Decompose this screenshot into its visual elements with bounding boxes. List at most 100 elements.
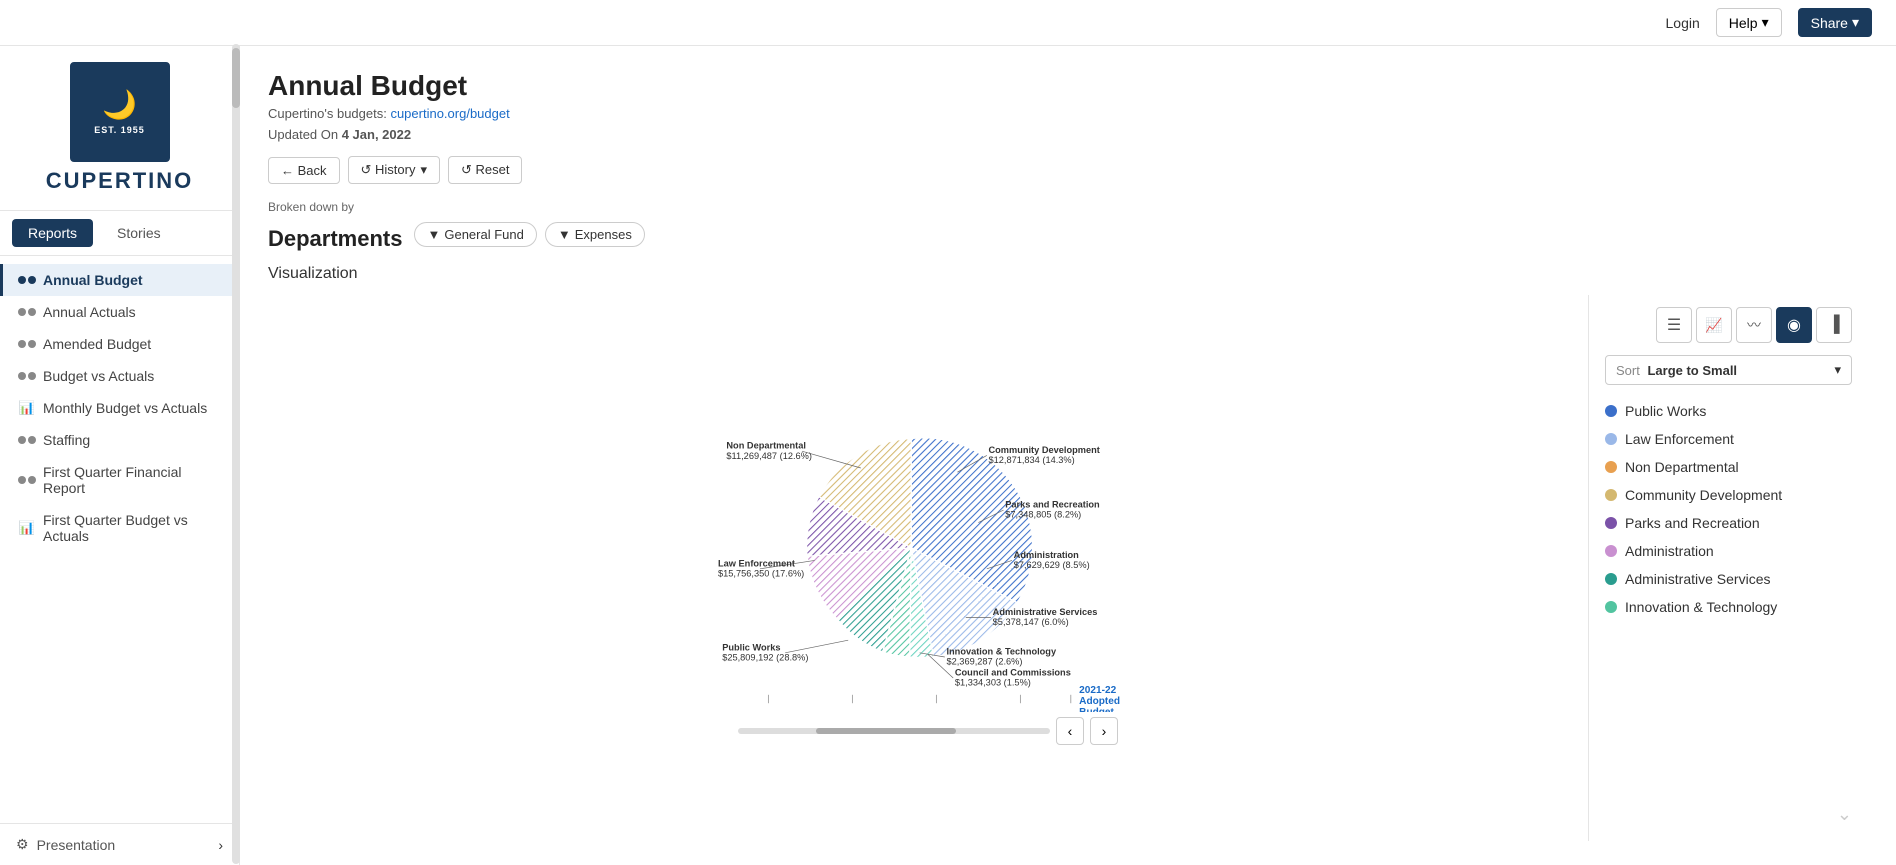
sidebar-nav: Annual Budget Annual Actuals Amended Bud… [0,256,239,823]
legend-list: Public Works Law Enforcement Non Departm… [1589,397,1868,800]
tab-stories[interactable]: Stories [101,219,177,247]
chart-type-bar[interactable]: ▐ [1816,307,1852,343]
svg-text:Parks and Recreation: Parks and Recreation [1005,499,1100,509]
pie-icon: ◉ [1787,315,1801,335]
viz-label: Visualization [268,265,1868,283]
svg-text:Budget: Budget [1079,706,1114,711]
city-name: CUPERTINO [46,168,194,194]
chart-type-icons: ☰ 📈 〰 ◉ ▐ [1589,307,1868,355]
toolbar: ← Back ↺ History ▾ ↺ Reset [268,156,1868,184]
scroll-prev-button[interactable]: ‹ [1056,717,1084,745]
broken-down-title: Departments [268,226,402,252]
svg-text:$15,756,350 (17.6%): $15,756,350 (17.6%) [718,568,804,578]
legend-item-community-development[interactable]: Community Development [1605,481,1852,509]
filter-expenses[interactable]: ▼ Expenses [545,222,645,247]
svg-text:$11,269,487 (12.6%): $11,269,487 (12.6%) [726,450,812,460]
legend-dot [1605,573,1617,585]
filter-icon: ▼ [558,227,571,242]
chart-icon: 📊 [19,400,35,416]
right-panel: ☰ 📈 〰 ◉ ▐ [1588,295,1868,841]
two-dots-icon [18,476,36,484]
svg-text:$2,369,287 (2.6%): $2,369,287 (2.6%) [946,656,1022,666]
legend-dot [1605,517,1617,529]
sidebar-tabs: Reports Stories [0,211,239,256]
svg-text:Administration: Administration [1014,549,1080,559]
filter-chips: ▼ General Fund ▼ Expenses [414,222,644,247]
chart-icon: 📊 [19,520,35,536]
svg-text:2021-22: 2021-22 [1079,685,1116,696]
gear-icon: ⚙ [16,836,29,853]
legend-item-administration[interactable]: Administration [1605,537,1852,565]
svg-text:Community Development: Community Development [988,444,1099,454]
legend-dot [1605,489,1617,501]
legend-item-admin-services[interactable]: Administrative Services [1605,565,1852,593]
svg-text:$25,809,192 (28.8%): $25,809,192 (28.8%) [722,652,808,662]
legend-item-public-works[interactable]: Public Works [1605,397,1852,425]
legend-item-law-enforcement[interactable]: Law Enforcement [1605,425,1852,453]
scroll-next-button[interactable]: › [1090,717,1118,745]
svg-text:Administrative Services: Administrative Services [993,607,1098,617]
chevron-down-icon: ▾ [1834,362,1841,378]
sidebar-item-monthly-budget[interactable]: 📊 Monthly Budget vs Actuals [0,392,239,424]
reset-button[interactable]: ↺ Reset [448,156,522,184]
login-link[interactable]: Login [1666,15,1700,31]
svg-text:$5,378,147 (6.0%): $5,378,147 (6.0%) [993,617,1069,627]
sidebar-item-first-quarter-budget[interactable]: 📊 First Quarter Budget vs Actuals [0,504,239,552]
svg-text:Law Enforcement: Law Enforcement [718,558,795,568]
sidebar-item-amended-budget[interactable]: Amended Budget [0,328,239,360]
chart-type-trend[interactable]: 〰 [1736,307,1772,343]
presentation-button[interactable]: ⚙ Presentation › [0,823,239,865]
svg-text:Non Departmental: Non Departmental [726,440,806,450]
history-button[interactable]: ↺ History ▾ [348,156,440,184]
sidebar-item-staffing[interactable]: Staffing [0,424,239,456]
two-dots-icon [18,276,36,284]
tab-reports[interactable]: Reports [12,219,93,247]
two-dots-icon [18,372,36,380]
chart-type-pie[interactable]: ◉ [1776,307,1812,343]
svg-text:Innovation & Technology: Innovation & Technology [946,646,1056,656]
svg-text:$7,348,805 (8.2%): $7,348,805 (8.2%) [1005,509,1081,519]
legend-item-parks-recreation[interactable]: Parks and Recreation [1605,509,1852,537]
main-content: Annual Budget Cupertino's budgets: cuper… [240,46,1896,865]
sort-dropdown[interactable]: Sort Large to Small ▾ [1605,355,1852,385]
page-title: Annual Budget [268,70,1868,102]
two-dots-icon [18,436,36,444]
legend-dot [1605,405,1617,417]
sidebar-item-first-quarter-financial[interactable]: First Quarter Financial Report [0,456,239,504]
two-dots-icon [18,308,36,316]
pie-chart-container: Community Development $12,871,834 (14.3%… [268,295,1588,841]
svg-text:Council and Commissions: Council and Commissions [955,667,1071,677]
pie-chart: Community Development $12,871,834 (14.3%… [718,392,1138,712]
scroll-down-indicator: ⌄ [1837,804,1852,825]
broken-down-section: Broken down by Departments ▼ General Fun… [268,200,1868,261]
svg-text:Public Works: Public Works [722,642,780,652]
share-button[interactable]: Share ▾ [1798,8,1872,37]
main-layout: 🌙 EST. 1955 CUPERTINO Reports Stories An… [0,46,1896,865]
back-button[interactable]: ← Back [268,157,340,184]
sidebar: 🌙 EST. 1955 CUPERTINO Reports Stories An… [0,46,240,865]
page-subtitle: Cupertino's budgets: cupertino.org/budge… [268,106,1868,121]
sidebar-logo: 🌙 EST. 1955 CUPERTINO [0,46,239,211]
legend-dot [1605,545,1617,557]
page-updated: Updated On 4 Jan, 2022 [268,127,1868,142]
top-bar: Login Help ▾ Share ▾ [0,0,1896,46]
sidebar-item-annual-budget[interactable]: Annual Budget [0,264,239,296]
trend-icon: 〰 [1747,315,1761,335]
table-icon: ☰ [1667,315,1681,335]
filter-icon: ▼ [427,227,440,242]
svg-text:$1,334,303 (1.5%): $1,334,303 (1.5%) [955,677,1031,687]
filter-general-fund[interactable]: ▼ General Fund [414,222,536,247]
sidebar-item-budget-vs-actuals[interactable]: Budget vs Actuals [0,360,239,392]
subtitle-link[interactable]: cupertino.org/budget [390,106,509,121]
sidebar-item-annual-actuals[interactable]: Annual Actuals [0,296,239,328]
svg-text:$12,871,834 (14.3%): $12,871,834 (14.3%) [988,454,1074,464]
bar-chart-icon: ▐ [1828,316,1839,334]
chart-type-line[interactable]: 📈 [1696,307,1732,343]
help-button[interactable]: Help ▾ [1716,8,1782,37]
legend-item-non-departmental[interactable]: Non Departmental [1605,453,1852,481]
line-chart-icon: 📈 [1705,317,1722,334]
logo-box: 🌙 EST. 1955 [70,62,170,162]
chevron-right-icon: › [218,837,223,853]
chart-type-table[interactable]: ☰ [1656,307,1692,343]
legend-item-innovation-tech[interactable]: Innovation & Technology [1605,593,1852,621]
